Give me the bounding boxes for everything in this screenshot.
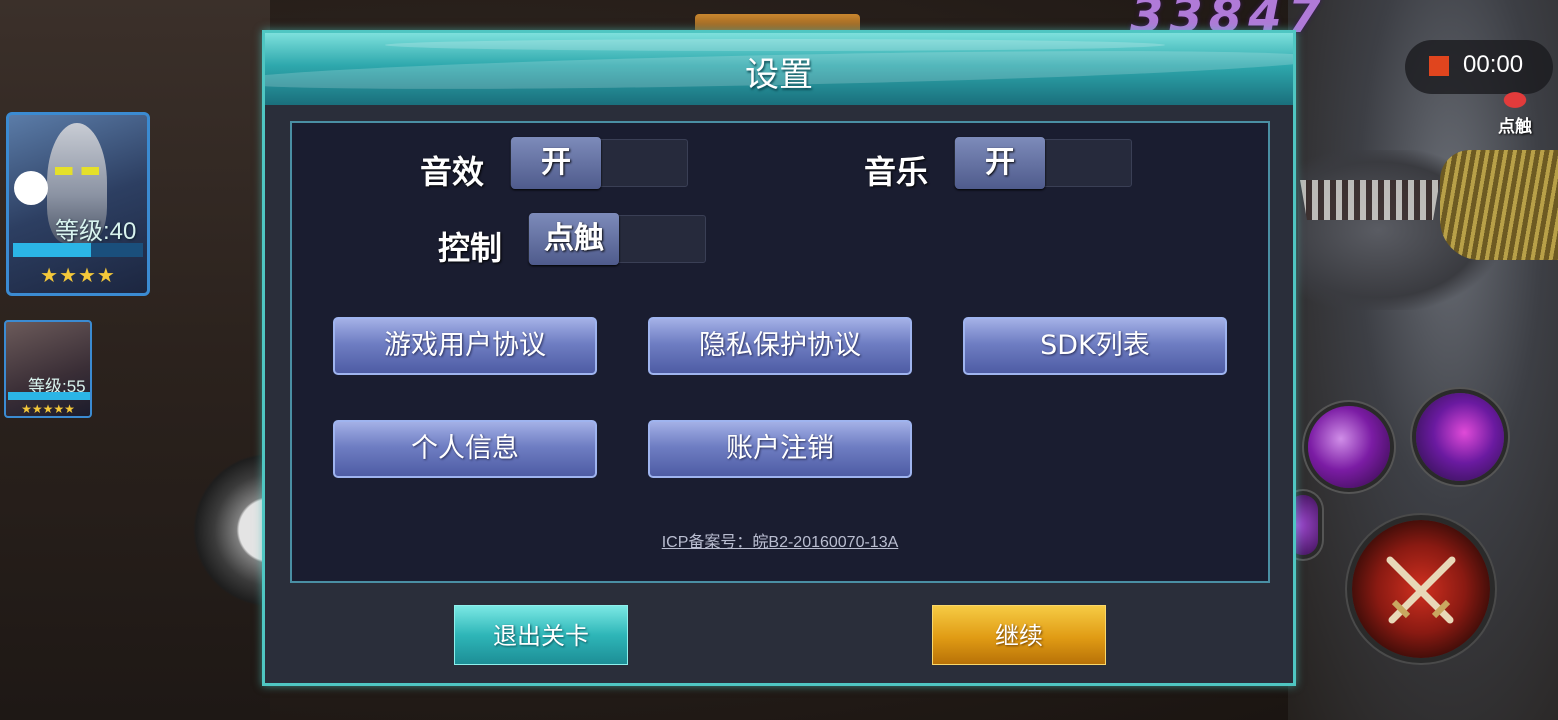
monster-hair: [1440, 150, 1558, 260]
sound-effects-label: 音效: [420, 153, 485, 191]
privacy-agreement-button[interactable]: 隐私保护协议: [648, 317, 912, 375]
sound-effects-toggle-thumb[interactable]: 开: [511, 137, 601, 189]
screen-record-pill[interactable]: 00:00: [1405, 40, 1553, 94]
personal-info-button[interactable]: 个人信息: [333, 420, 597, 478]
dialog-title: 设置: [745, 55, 813, 95]
user-agreement-button[interactable]: 游戏用户协议: [333, 317, 597, 375]
control-toggle[interactable]: 点触: [528, 213, 706, 265]
sdk-list-button[interactable]: SDK列表: [963, 317, 1227, 375]
settings-panel: 音效 开 音乐 开 控制 点触 游戏用户协议 隐私保护协议 SDK列表 个人信息…: [290, 121, 1270, 583]
skill-button-2[interactable]: [1416, 393, 1504, 481]
music-toggle-thumb[interactable]: 开: [955, 137, 1045, 189]
hero-star-rating: ★★★★: [40, 263, 116, 287]
music-label: 音乐: [864, 153, 929, 191]
hero-eyes: [55, 167, 99, 175]
sound-effects-toggle[interactable]: 开: [510, 137, 688, 189]
control-label: 控制: [438, 229, 503, 267]
continue-button[interactable]: 继续: [932, 605, 1106, 665]
icp-record-link[interactable]: ICP备案号：皖B2-20160070-13A: [292, 528, 1268, 552]
skill-button-1[interactable]: [1308, 406, 1390, 488]
monster-teeth: [1300, 180, 1440, 220]
hero-star-rating: ★★★★★: [21, 402, 75, 416]
settings-dialog: 设置 音效 开 音乐 开 控制 点触 游戏用户协议 隐私保护协议 SDK列表 个…: [262, 30, 1296, 686]
touch-mode-button[interactable]: 点触: [1480, 88, 1550, 138]
record-stop-icon[interactable]: [1429, 56, 1449, 76]
record-timer: 00:00: [1463, 51, 1524, 78]
music-toggle[interactable]: 开: [954, 137, 1132, 189]
hero-energy-bar: [13, 243, 143, 257]
hero-level-label: 等级:40: [55, 218, 137, 245]
dialog-header: 设置: [265, 33, 1293, 105]
floating-assist-dot[interactable]: [14, 171, 48, 205]
account-cancel-button[interactable]: 账户注销: [648, 420, 912, 478]
touch-icon: [1498, 88, 1532, 112]
attack-button[interactable]: [1352, 520, 1490, 658]
attack-swords-icon: [1386, 556, 1456, 624]
exit-stage-button[interactable]: 退出关卡: [454, 605, 628, 665]
control-toggle-thumb[interactable]: 点触: [529, 213, 619, 265]
hero-card-secondary[interactable]: 等级:55 ★★★★★: [4, 320, 92, 418]
touch-mode-label: 点触: [1498, 117, 1532, 137]
hero-energy-bar: [8, 392, 90, 400]
